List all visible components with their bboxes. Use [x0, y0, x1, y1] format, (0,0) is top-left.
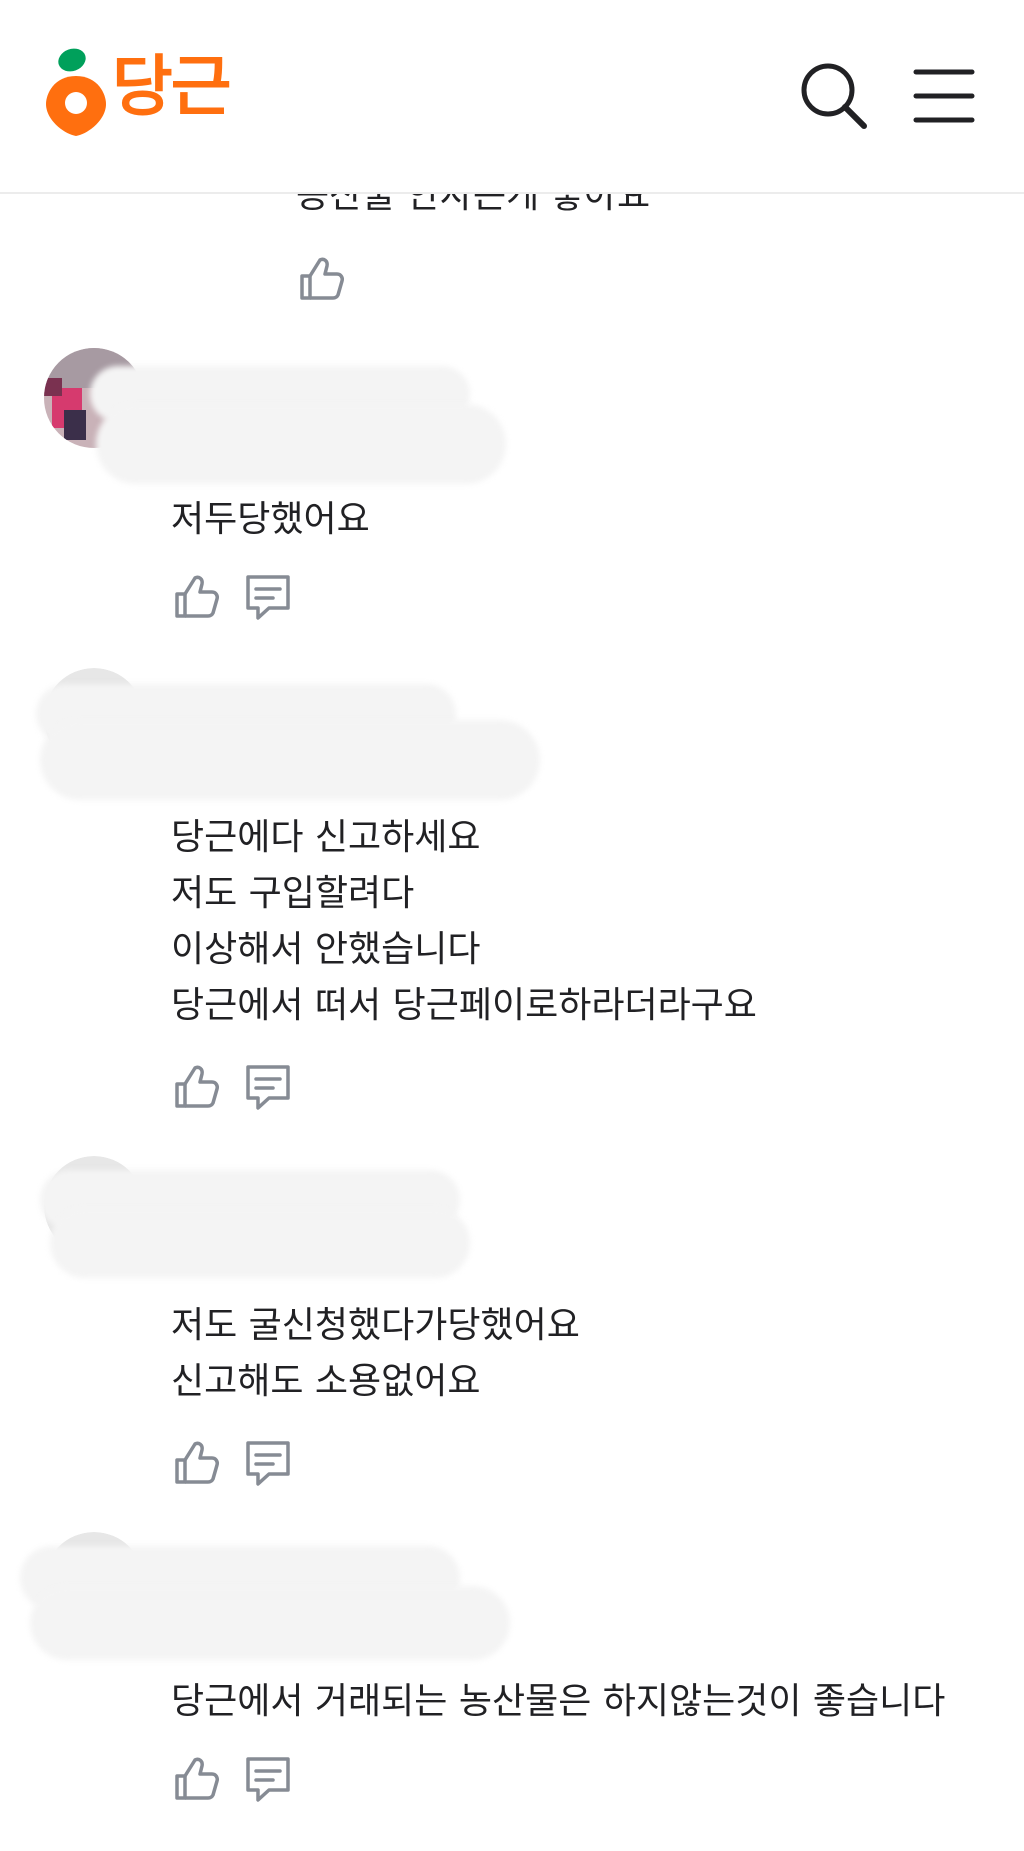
comment-line: 당근에서 떠서 당근페이로하라더라구요 [171, 985, 757, 1026]
comment-line: 당근에서 거래되는 농산물은 하지않는것이 좋습니다 [171, 1681, 946, 1722]
thumbs-up-icon [175, 1441, 219, 1484]
thumbs-up-icon [175, 1757, 219, 1800]
reply-comment-icon [246, 1757, 290, 1802]
like-button[interactable] [171, 572, 221, 622]
comment-text: 저두당했어요 [171, 492, 370, 548]
reply-comment-icon [246, 1065, 290, 1110]
search-button[interactable] [796, 58, 872, 134]
menu-button[interactable] [906, 58, 982, 134]
reply-button[interactable] [243, 1438, 293, 1488]
search-icon [801, 63, 867, 129]
reply-comment-icon [246, 575, 290, 620]
logo-text: 당근 [112, 48, 231, 125]
carrot-logo-icon [46, 48, 106, 136]
comment-text: 당근에다 신고하세요 저도 구입할려다 이상해서 안했습니다 당근에서 떠서 당… [171, 810, 757, 1034]
app-header: 당근 [0, 0, 1024, 194]
like-button[interactable] [171, 1438, 221, 1488]
like-button[interactable] [296, 254, 346, 304]
like-button[interactable] [171, 1062, 221, 1112]
thumbs-up-icon [175, 1065, 219, 1108]
comment-line: 저두당했어요 [171, 499, 370, 540]
comment-line: 신고해도 소용없어요 [171, 1361, 481, 1402]
comment-line: 당근에다 신고하세요 [171, 817, 481, 858]
thumbs-up-icon [175, 575, 219, 618]
like-button[interactable] [171, 1754, 221, 1804]
comment-line: 저도 구입할려다 [171, 873, 415, 914]
reply-button[interactable] [243, 1062, 293, 1112]
thumbs-up-icon [300, 257, 344, 300]
comment-text: 당근에서 거래되는 농산물은 하지않는것이 좋습니다 [171, 1674, 945, 1730]
comment-text: 저도 굴신청했다가당했어요 신고해도 소용없어요 [171, 1298, 580, 1410]
comment-line: 이상해서 안했습니다 [171, 929, 481, 970]
reply-comment-icon [246, 1441, 290, 1486]
reply-button[interactable] [243, 572, 293, 622]
reply-button[interactable] [243, 1754, 293, 1804]
daangn-logo[interactable]: 당근 [44, 46, 234, 136]
comment-line: 저도 굴신청했다가당했어요 [171, 1305, 580, 1346]
hamburger-menu-icon [913, 69, 975, 123]
